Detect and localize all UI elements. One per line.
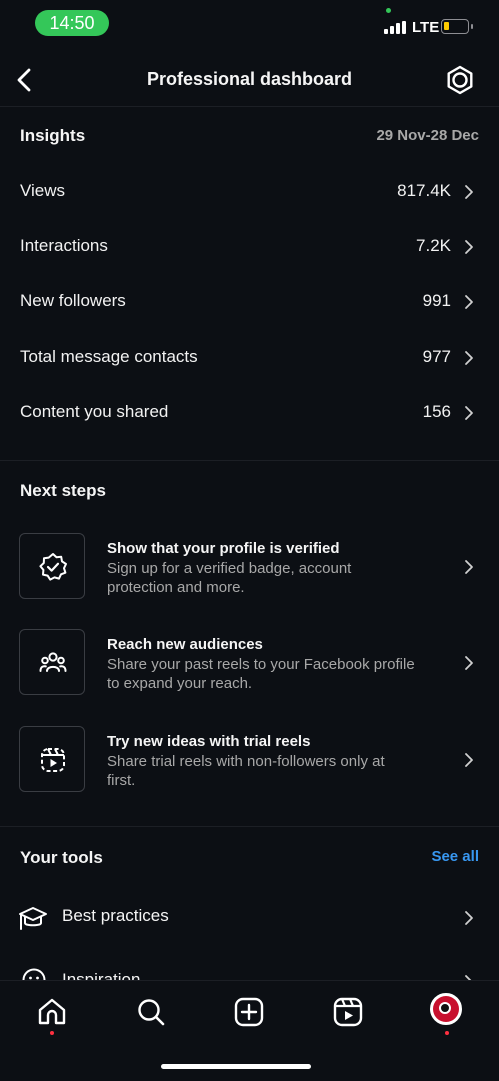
insight-row-message-contacts[interactable]: Total message contacts 977 xyxy=(0,333,499,383)
battery-icon xyxy=(441,19,473,34)
section-divider xyxy=(0,460,499,461)
insight-label: Content you shared xyxy=(20,402,169,421)
section-divider xyxy=(0,826,499,827)
tool-label: Inspiration xyxy=(62,970,141,980)
chevron-right-icon xyxy=(465,560,473,574)
date-range[interactable]: 29 Nov-28 Dec xyxy=(376,127,479,144)
smile-icon xyxy=(22,968,46,980)
insight-value: 156 xyxy=(422,402,451,421)
your-tools-title: Your tools xyxy=(20,848,103,867)
home-icon[interactable] xyxy=(35,995,69,1029)
chevron-right-icon xyxy=(465,406,473,420)
chevron-right-icon xyxy=(465,753,473,767)
step-description: Share your past reels to your Facebook p… xyxy=(107,656,415,692)
trial-reels-icon xyxy=(41,748,65,772)
chevron-right-icon xyxy=(465,295,473,309)
insight-label: Interactions xyxy=(20,236,108,255)
network-label: LTE xyxy=(412,19,440,36)
create-icon[interactable] xyxy=(232,995,266,1029)
next-step-trial-reels[interactable]: Try new ideas with trial reels Share tri… xyxy=(0,726,499,796)
graduation-cap-icon xyxy=(19,907,47,930)
insight-label: New followers xyxy=(20,291,126,310)
status-time: 14:50 xyxy=(35,10,109,36)
insight-label: Total message contacts xyxy=(20,347,198,366)
step-icon-box xyxy=(19,533,85,599)
chevron-right-icon xyxy=(465,351,473,365)
insight-row-new-followers[interactable]: New followers 991 xyxy=(0,277,499,327)
home-indicator xyxy=(161,1064,311,1069)
next-step-verified[interactable]: Show that your profile is verified Sign … xyxy=(0,533,499,603)
chevron-right-icon xyxy=(465,656,473,670)
chevron-right-icon xyxy=(465,240,473,254)
step-icon-box xyxy=(19,629,85,695)
header-divider xyxy=(0,106,499,107)
step-title: Show that your profile is verified xyxy=(107,540,340,557)
tool-label: Best practices xyxy=(62,906,169,925)
page-title: Professional dashboard xyxy=(146,69,353,89)
search-icon[interactable] xyxy=(134,995,168,1029)
reels-icon[interactable] xyxy=(331,995,365,1029)
chevron-right-icon xyxy=(465,185,473,199)
see-all-link[interactable]: See all xyxy=(431,848,479,865)
settings-button[interactable] xyxy=(444,64,476,96)
insight-value: 977 xyxy=(422,347,451,366)
insight-value: 991 xyxy=(422,291,451,310)
step-description: Sign up for a verified badge, account pr… xyxy=(107,560,352,596)
insight-row-views[interactable]: Views 817.4K xyxy=(0,167,499,217)
insight-row-content-shared[interactable]: Content you shared 156 xyxy=(0,388,499,438)
tool-best-practices[interactable]: Best practices xyxy=(0,898,499,938)
gear-icon xyxy=(447,65,473,95)
profile-avatar[interactable] xyxy=(430,993,462,1025)
insights-title: Insights xyxy=(20,126,86,145)
tool-inspiration[interactable]: Inspiration xyxy=(0,962,499,980)
step-description: Share trial reels with non-followers onl… xyxy=(107,753,385,789)
signal-icon xyxy=(384,21,408,34)
step-title: Try new ideas with trial reels xyxy=(107,733,311,750)
step-icon-box xyxy=(19,726,85,792)
insight-row-interactions[interactable]: Interactions 7.2K xyxy=(0,222,499,272)
people-icon xyxy=(39,652,67,672)
profile-notification-dot xyxy=(445,1031,449,1035)
home-notification-dot xyxy=(50,1031,54,1035)
insight-label: Views xyxy=(20,181,66,200)
insight-value: 817.4K xyxy=(397,181,451,200)
camera-indicator-dot xyxy=(386,8,391,13)
chevron-right-icon xyxy=(465,911,473,925)
next-steps-title: Next steps xyxy=(20,481,106,500)
verified-badge-icon xyxy=(39,553,67,581)
step-title: Reach new audiences xyxy=(107,636,263,653)
insight-value: 7.2K xyxy=(416,236,451,255)
next-step-reach-audiences[interactable]: Reach new audiences Share your past reel… xyxy=(0,629,499,699)
